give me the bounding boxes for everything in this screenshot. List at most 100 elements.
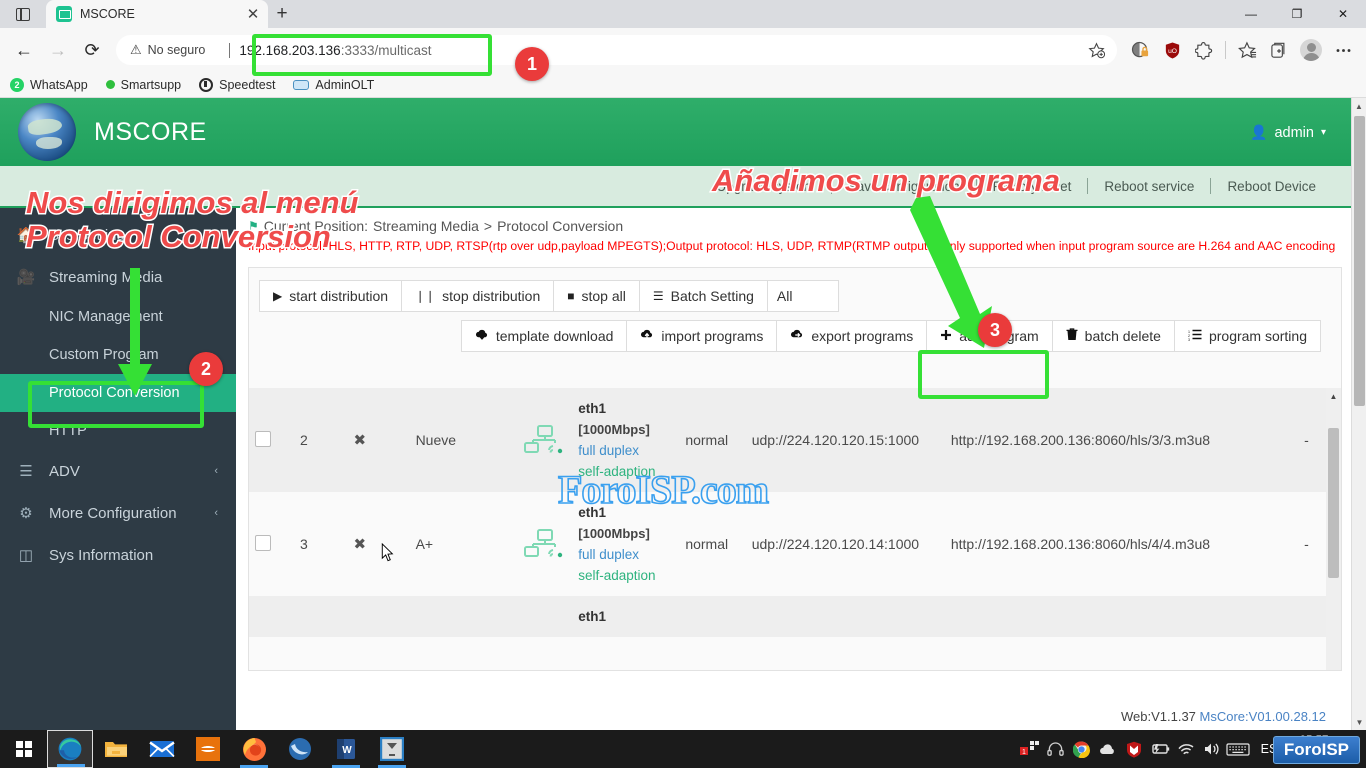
user-menu[interactable]: 👤 admin ▾ (1250, 124, 1326, 141)
row-enabled-mark[interactable]: ✖ (347, 492, 409, 596)
row-checkbox[interactable] (255, 431, 271, 447)
taskbar-word-icon[interactable]: W (323, 730, 369, 768)
row-enabled-mark[interactable]: ✖ (347, 388, 409, 492)
subnav-item-reboot-device[interactable]: Reboot Device (1211, 179, 1332, 194)
close-icon[interactable]: ✕ (244, 7, 262, 22)
mcafee-icon[interactable] (1121, 730, 1147, 768)
tab-actions-icon[interactable] (0, 0, 46, 28)
taskbar-teamviewer-icon[interactable] (185, 730, 231, 768)
bookmark-adminolt[interactable]: AdminOLT (293, 78, 374, 92)
plus-icon (940, 329, 952, 344)
sidebar-item-sys-setting[interactable]: 🏠 Sys Setting (0, 214, 236, 256)
taskbar-mail-icon[interactable] (139, 730, 185, 768)
maximize-button[interactable]: ❐ (1274, 0, 1320, 28)
row-checkbox-cell[interactable] (249, 596, 294, 637)
row-checkbox-cell[interactable] (249, 388, 294, 492)
breadcrumb-parent[interactable]: Streaming Media (373, 218, 479, 234)
cloud-export-icon (790, 329, 804, 344)
keyboard-icon[interactable] (1225, 730, 1251, 768)
add-favorite-icon[interactable] (1081, 35, 1111, 65)
tracking-protection-icon[interactable] (1125, 35, 1155, 65)
reload-icon[interactable]: ⟳ (76, 34, 108, 66)
windows-start-icon[interactable] (0, 730, 48, 768)
row-enabled-mark[interactable] (347, 596, 409, 637)
export-programs-button[interactable]: export programs (776, 320, 927, 352)
mouse-cursor (381, 543, 394, 562)
server-icon: ◫ (16, 546, 36, 564)
bookmark-whatsapp[interactable]: 2 WhatsApp (10, 78, 88, 92)
table-row[interactable]: 3 ✖ A+ (249, 492, 1341, 596)
brand-title: MSCORE (94, 118, 207, 147)
batch-delete-button[interactable]: batch delete (1052, 320, 1175, 352)
back-icon[interactable]: ← (8, 34, 40, 66)
minimize-button[interactable]: — (1228, 0, 1274, 28)
bookmark-smartsupp[interactable]: Smartsupp (106, 78, 181, 92)
svg-text:3: 3 (1188, 337, 1190, 340)
scrollbar-thumb[interactable] (1354, 116, 1365, 406)
chrome-icon[interactable] (1069, 730, 1095, 768)
subnav-item-save-configuration[interactable]: Save configuration (832, 179, 976, 194)
programs-panel: ▶ start distribution ❘❘ stop distributio… (248, 267, 1342, 671)
new-tab-button[interactable]: + (268, 0, 296, 28)
collections-icon[interactable] (1264, 35, 1294, 65)
nic-duplex: full duplex (578, 440, 673, 461)
subnav-item-factory-reset[interactable]: Factory reset (977, 179, 1088, 194)
gears-icon: ⚙ (16, 504, 36, 522)
step-badge-3: 3 (978, 313, 1012, 347)
taskbar-jquery-icon[interactable] (277, 730, 323, 768)
subnav-item-upgrade-system[interactable]: Upgrade system (700, 179, 830, 194)
sidebar-item-label: Sys Setting (49, 227, 125, 244)
page-scrollbar[interactable]: ▲ ▼ (1351, 98, 1366, 730)
sidebar-item-more-configuration[interactable]: ⚙ More Configuration ‹ (0, 492, 236, 534)
ublock-origin-icon[interactable]: uO (1157, 35, 1187, 65)
sidebar-item-label: Streaming Media (49, 269, 162, 286)
battery-icon[interactable] (1147, 730, 1173, 768)
taskbar-winbox-icon[interactable] (369, 730, 415, 768)
extensions-icon[interactable] (1189, 35, 1219, 65)
import-programs-button[interactable]: import programs (626, 320, 777, 352)
table-row[interactable]: eth1 (249, 596, 1341, 637)
scrollbar-thumb[interactable] (1328, 428, 1339, 578)
settings-more-icon[interactable] (1328, 35, 1358, 65)
template-download-button[interactable]: template download (461, 320, 628, 352)
volume-icon[interactable] (1199, 730, 1225, 768)
sidebar-item-adv[interactable]: ☰ ADV ‹ (0, 450, 236, 492)
sidebar-item-streaming-media[interactable]: 🎥 Streaming Media ⱟ (0, 256, 236, 298)
row-index: 2 (294, 388, 348, 492)
web-version: Web:V1.1.37 (1121, 709, 1196, 724)
table-row[interactable]: 2 ✖ Nueve (249, 388, 1341, 492)
scroll-up-arrow-icon[interactable]: ▲ (1326, 388, 1341, 404)
subnav-item-reboot-service[interactable]: Reboot service (1088, 179, 1210, 194)
program-sorting-button[interactable]: 123 program sorting (1174, 320, 1321, 352)
wifi-icon[interactable] (1173, 730, 1199, 768)
table-scrollbar[interactable]: ▲ (1326, 388, 1341, 670)
taskbar-firefox-icon[interactable] (231, 730, 277, 768)
batch-setting-button[interactable]: ☰ Batch Setting (639, 280, 768, 312)
stop-distribution-button[interactable]: ❘❘ stop distribution (401, 280, 554, 312)
sidebar-item-nic-management[interactable]: NIC Management (0, 298, 236, 336)
notification-badge-icon[interactable]: 1 (1017, 730, 1043, 768)
start-distribution-button[interactable]: ▶ start distribution (259, 280, 402, 312)
taskbar-file-explorer-icon[interactable] (93, 730, 139, 768)
favorites-icon[interactable] (1232, 35, 1262, 65)
close-window-button[interactable]: ✕ (1320, 0, 1366, 28)
row-checkbox[interactable] (255, 535, 271, 551)
taskbar-edge-icon[interactable] (47, 730, 93, 768)
svg-text:uO: uO (1168, 47, 1177, 54)
sort-list-icon: 123 (1188, 329, 1202, 344)
bookmark-speedtest[interactable]: Speedtest (199, 78, 275, 92)
bookmark-label: Smartsupp (121, 78, 181, 92)
row-input-url: udp://224.120.120.14:1000 (746, 492, 945, 596)
scroll-down-arrow-icon[interactable]: ▼ (1352, 714, 1366, 730)
scroll-up-arrow-icon[interactable]: ▲ (1352, 98, 1366, 114)
filter-select[interactable]: All ⱟ (767, 280, 839, 312)
headset-icon[interactable] (1043, 730, 1069, 768)
browser-tab-mscore[interactable]: MSCORE ✕ (46, 0, 268, 28)
chevron-left-icon: ‹ (214, 507, 218, 519)
profile-avatar-icon[interactable] (1296, 35, 1326, 65)
row-checkbox-cell[interactable] (249, 492, 294, 596)
sidebar-item-sys-information[interactable]: ◫ Sys Information (0, 534, 236, 576)
onedrive-icon[interactable] (1095, 730, 1121, 768)
forward-icon[interactable]: → (42, 34, 74, 66)
stop-all-button[interactable]: ■ stop all (553, 280, 640, 312)
